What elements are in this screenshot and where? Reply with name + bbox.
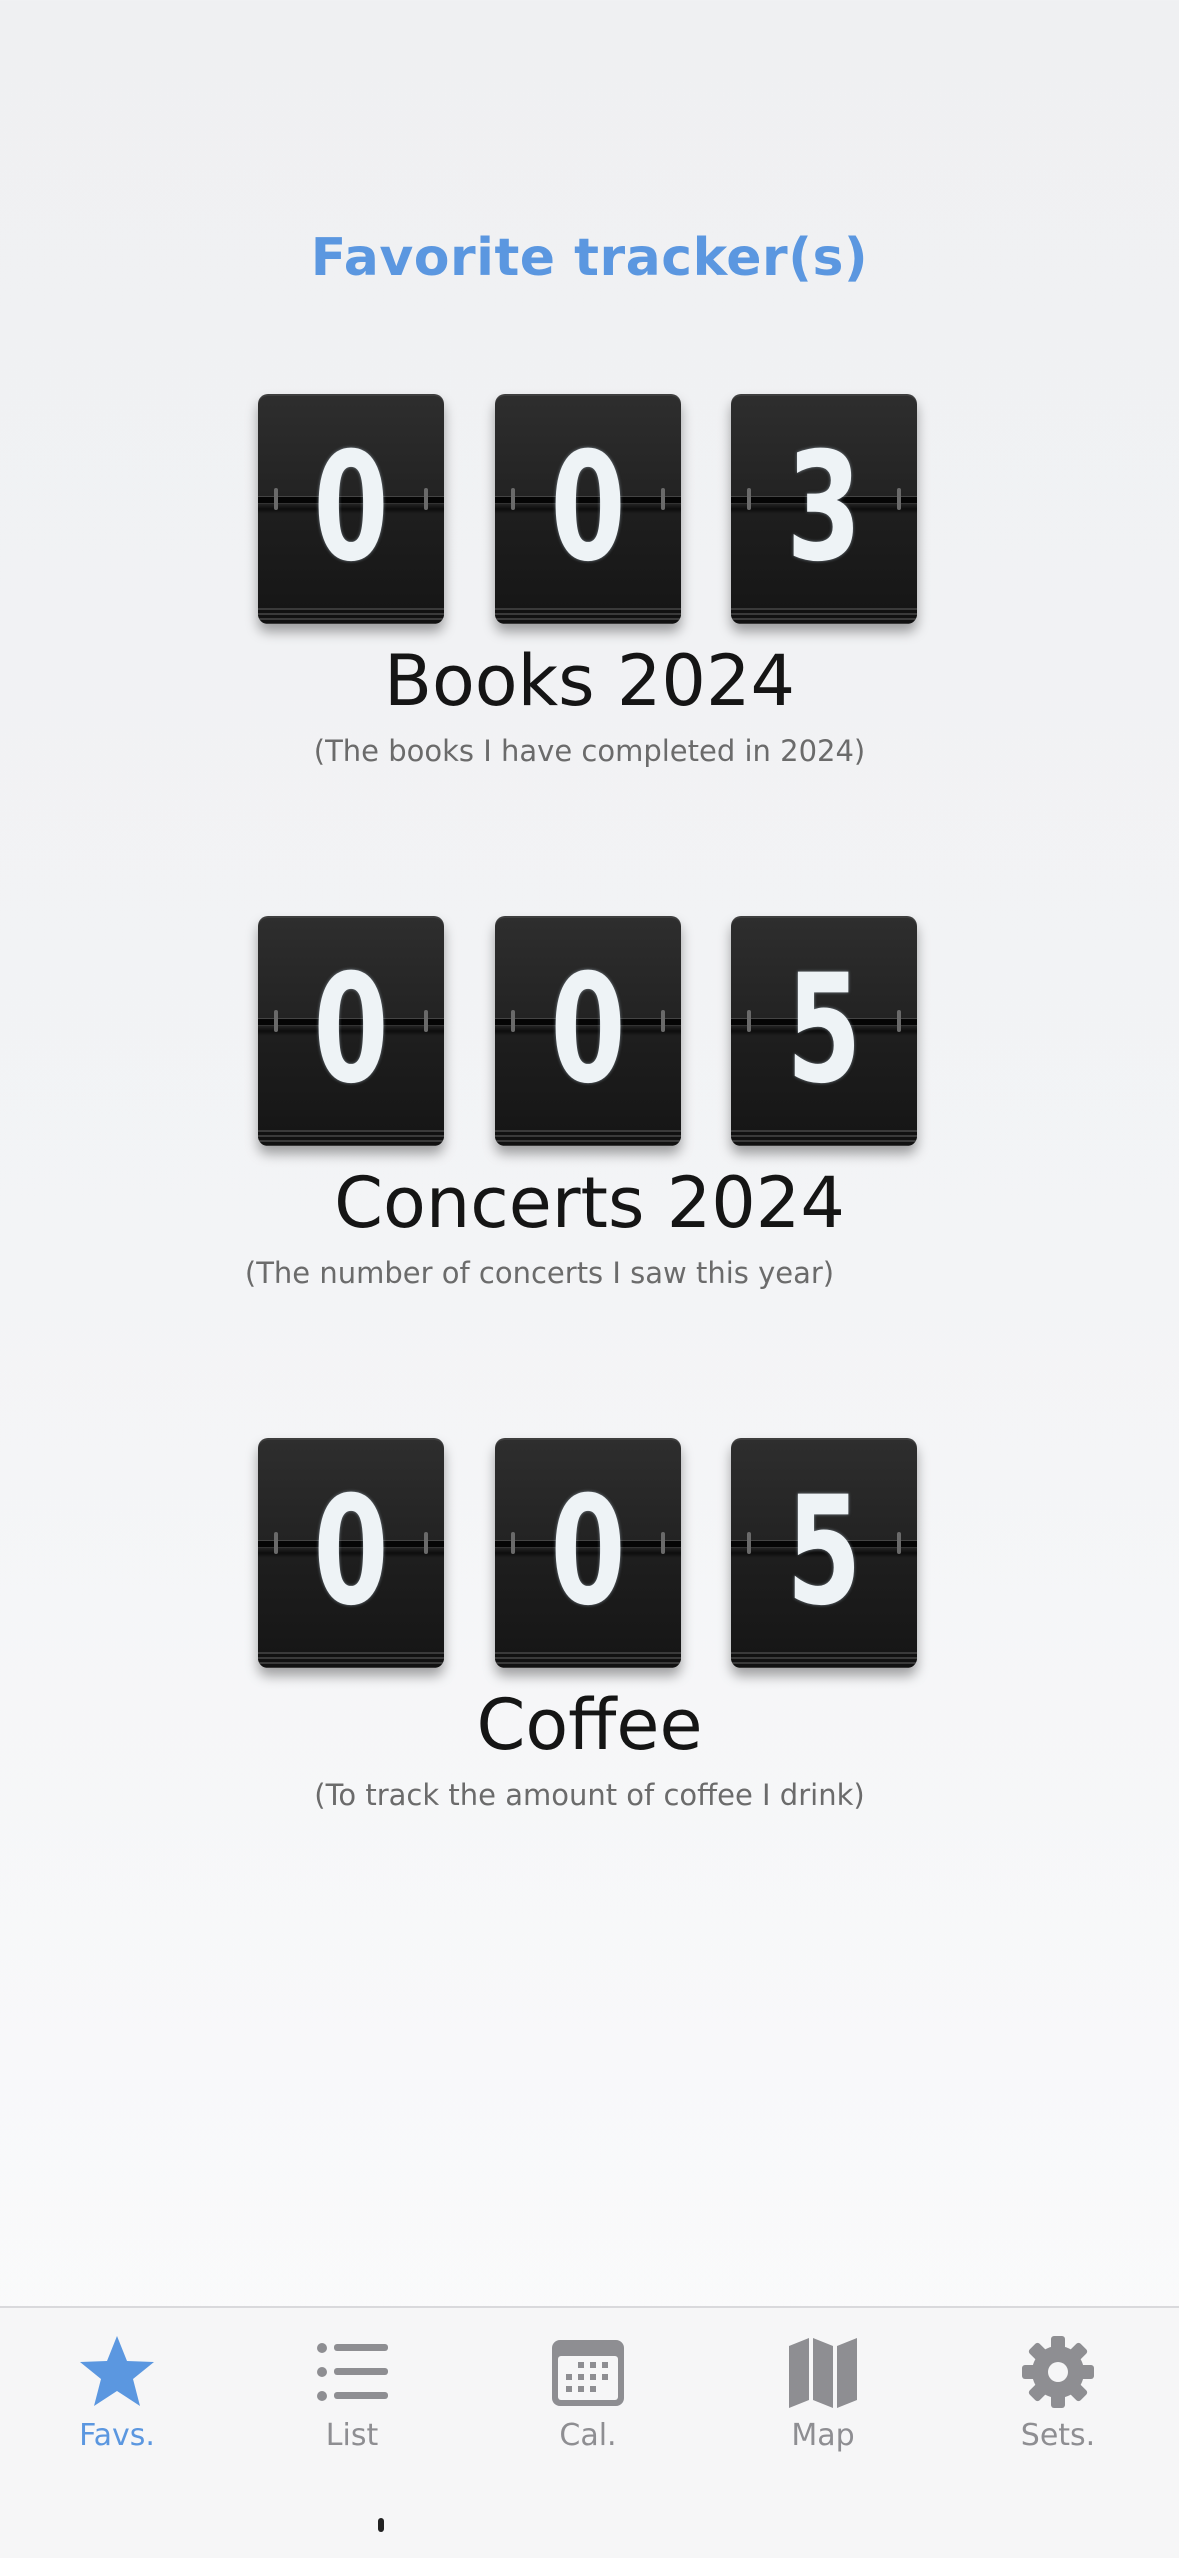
tab-label: Map bbox=[791, 2418, 855, 2453]
digit-value: 5 bbox=[786, 1465, 862, 1639]
flip-digit: 3 bbox=[731, 394, 917, 624]
digit-value: 5 bbox=[786, 943, 862, 1117]
tab-label: List bbox=[325, 2418, 379, 2453]
digit-value: 0 bbox=[313, 421, 389, 595]
tab-label: Cal. bbox=[559, 2418, 617, 2453]
flip-digit: 0 bbox=[495, 1438, 681, 1668]
flip-counter: 0 0 5 bbox=[258, 1438, 918, 1670]
flip-digit: 5 bbox=[731, 916, 917, 1146]
tracker-name: Concerts 2024 bbox=[334, 1162, 845, 1244]
tab-label: Sets. bbox=[1020, 2418, 1096, 2453]
tab-calendar[interactable]: Cal. bbox=[488, 2322, 688, 2472]
star-icon bbox=[80, 2336, 154, 2406]
flip-digit: 0 bbox=[495, 394, 681, 624]
flip-digit: 0 bbox=[258, 394, 444, 624]
tracker-description: (To track the amount of coffee I drink) bbox=[314, 1778, 865, 1812]
flip-digit: 0 bbox=[495, 916, 681, 1146]
tab-list[interactable]: List bbox=[252, 2322, 452, 2472]
tracker-name: Coffee bbox=[476, 1684, 703, 1766]
flip-digit: 0 bbox=[258, 916, 444, 1146]
map-icon bbox=[789, 2338, 857, 2408]
tab-bar: Favs. List Cal. Map Sets. bbox=[0, 2306, 1179, 2558]
calendar-icon bbox=[552, 2340, 624, 2406]
list-icon bbox=[317, 2343, 388, 2401]
page-title: Favorite tracker(s) bbox=[310, 228, 869, 288]
tracker-description: (The number of concerts I saw this year) bbox=[244, 1256, 835, 1290]
digit-value: 0 bbox=[550, 1465, 626, 1639]
tab-settings[interactable]: Sets. bbox=[958, 2322, 1158, 2472]
tracker-name: Books 2024 bbox=[383, 640, 796, 722]
gear-icon bbox=[1022, 2336, 1094, 2408]
flip-digit: 0 bbox=[258, 1438, 444, 1668]
flip-counter: 0 0 5 bbox=[258, 916, 918, 1148]
digit-value: 0 bbox=[313, 943, 389, 1117]
digit-value: 3 bbox=[786, 421, 862, 595]
tab-map[interactable]: Map bbox=[723, 2322, 923, 2472]
tab-favs[interactable]: Favs. bbox=[17, 2322, 217, 2472]
tracker-description: (The books I have completed in 2024) bbox=[313, 734, 866, 768]
flip-counter: 0 0 3 bbox=[258, 394, 918, 626]
digit-value: 0 bbox=[550, 421, 626, 595]
home-indicator bbox=[378, 2518, 384, 2532]
digit-value: 0 bbox=[313, 1465, 389, 1639]
digit-value: 0 bbox=[550, 943, 626, 1117]
tab-label: Favs. bbox=[79, 2418, 155, 2453]
flip-digit: 5 bbox=[731, 1438, 917, 1668]
